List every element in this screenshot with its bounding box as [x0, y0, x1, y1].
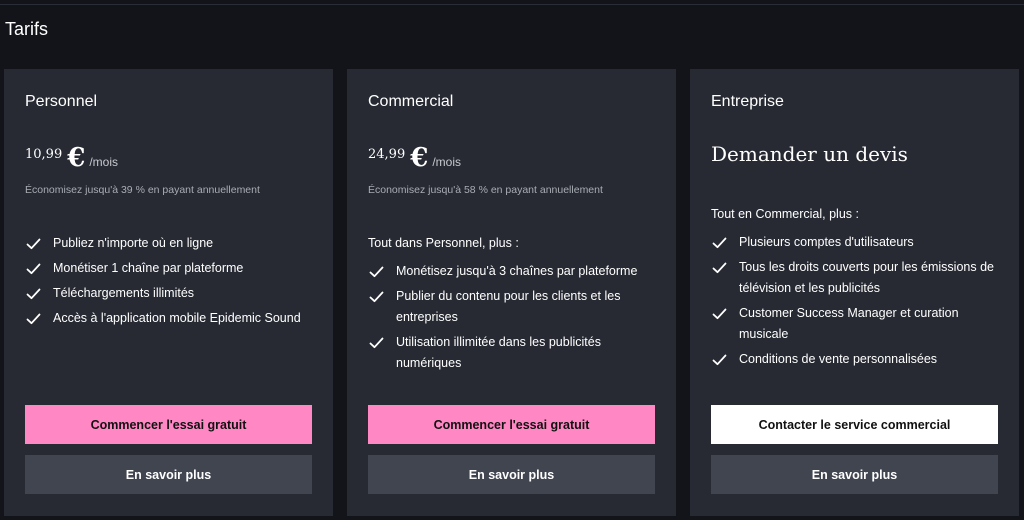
start-free-trial-button[interactable]: Commencer l'essai gratuit: [25, 405, 312, 444]
feature-list: Plusieurs comptes d'utilisateurs Tous le…: [711, 232, 1011, 374]
checkmark-icon: [368, 261, 385, 282]
feature-text: Plusieurs comptes d'utilisateurs: [739, 235, 914, 249]
feature-text: Customer Success Manager et curation mus…: [739, 306, 959, 341]
feature-item: Monétiser 1 chaîne par plateforme: [25, 258, 325, 279]
checkmark-icon: [25, 308, 42, 329]
price-period: /mois: [89, 155, 118, 169]
feature-item: Utilisation illimitée dans les publicité…: [368, 332, 668, 374]
feature-item: Publier du contenu pour les clients et l…: [368, 286, 668, 328]
price-period: /mois: [432, 155, 461, 169]
feature-text: Utilisation illimitée dans les publicité…: [396, 335, 601, 370]
plan-name: Commercial: [368, 93, 454, 110]
feature-item: Publiez n'importe où en ligne: [25, 233, 325, 254]
learn-more-button[interactable]: En savoir plus: [25, 455, 312, 494]
plan-card-personnel: Personnel 10,99 € /mois Économisez jusqu…: [4, 69, 333, 516]
feature-text: Accès à l'application mobile Epidemic So…: [53, 311, 301, 325]
annual-savings-note: Économisez jusqu'à 39 % en payant annuel…: [25, 184, 260, 196]
checkmark-icon: [25, 258, 42, 279]
annual-savings-note: Économisez jusqu'à 58 % en payant annuel…: [368, 184, 603, 196]
feature-item: Plusieurs comptes d'utilisateurs: [711, 232, 1011, 253]
feature-item: Tous les droits couverts pour les émissi…: [711, 257, 1011, 299]
page-title: Tarifs: [5, 19, 49, 39]
checkmark-icon: [711, 257, 728, 278]
feature-text: Publier du contenu pour les clients et l…: [396, 289, 621, 324]
plan-card-commercial: Commercial 24,99 € /mois Économisez jusq…: [347, 69, 676, 516]
feature-text: Publiez n'importe où en ligne: [53, 236, 214, 250]
feature-text: Conditions de vente personnalisées: [739, 352, 938, 366]
checkmark-icon: [711, 349, 728, 370]
plan-intro: Tout dans Personnel, plus :: [368, 236, 519, 250]
price-row: 10,99 € /mois: [25, 143, 118, 173]
price-amount: 10,99: [25, 147, 63, 162]
feature-item: Conditions de vente personnalisées: [711, 349, 1011, 370]
feature-text: Téléchargements illimités: [53, 286, 195, 300]
learn-more-button[interactable]: En savoir plus: [711, 455, 998, 494]
plan-name: Personnel: [25, 93, 98, 110]
currency-symbol: €: [410, 143, 429, 173]
feature-text: Tous les droits couverts pour les émissi…: [739, 260, 994, 295]
checkmark-icon: [711, 232, 728, 253]
checkmark-icon: [711, 303, 728, 324]
price-row: 24,99 € /mois: [368, 143, 461, 173]
checkmark-icon: [25, 233, 42, 254]
feature-item: Monétisez jusqu'à 3 chaînes par platefor…: [368, 261, 668, 282]
start-free-trial-button[interactable]: Commencer l'essai gratuit: [368, 405, 655, 444]
plan-card-entreprise: Entreprise Demander un devis Tout en Com…: [690, 69, 1019, 516]
plan-name: Entreprise: [711, 93, 784, 110]
quote-heading: Demander un devis: [711, 142, 908, 166]
feature-item: Accès à l'application mobile Epidemic So…: [25, 308, 325, 329]
feature-list: Publiez n'importe où en ligne Monétiser …: [25, 233, 325, 333]
price-amount: 24,99: [368, 147, 406, 162]
feature-list: Monétisez jusqu'à 3 chaînes par platefor…: [368, 261, 668, 378]
checkmark-icon: [368, 286, 385, 307]
feature-item: Customer Success Manager et curation mus…: [711, 303, 1011, 345]
plan-intro: Tout en Commercial, plus :: [711, 207, 859, 221]
top-divider: [0, 4, 1024, 5]
feature-item: Téléchargements illimités: [25, 283, 325, 304]
contact-sales-button[interactable]: Contacter le service commercial: [711, 405, 998, 444]
feature-text: Monétisez jusqu'à 3 chaînes par platefor…: [396, 264, 638, 278]
feature-text: Monétiser 1 chaîne par plateforme: [53, 261, 244, 275]
checkmark-icon: [368, 332, 385, 353]
checkmark-icon: [25, 283, 42, 304]
learn-more-button[interactable]: En savoir plus: [368, 455, 655, 494]
currency-symbol: €: [67, 143, 86, 173]
